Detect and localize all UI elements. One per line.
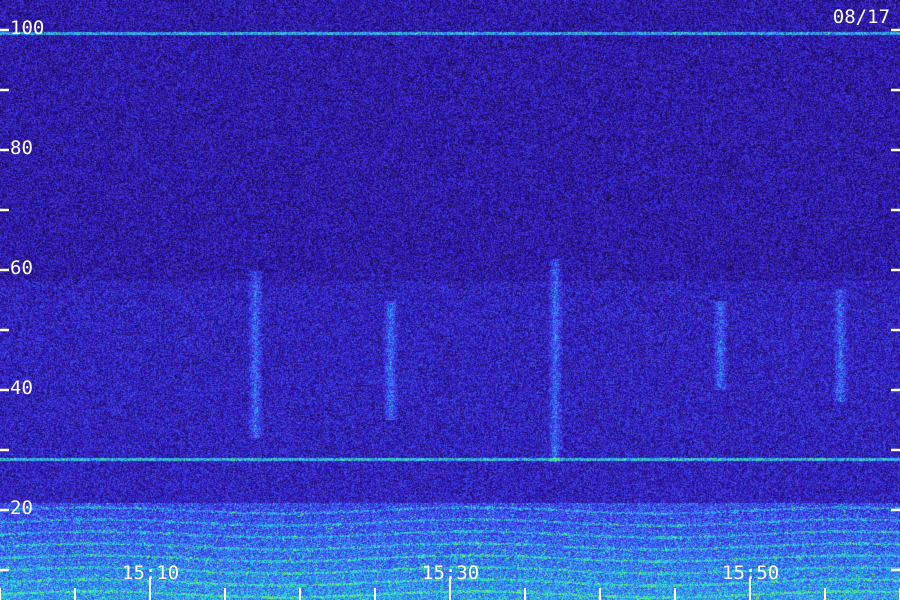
spectrogram-chart: 20 40 60 80 100 15:10 15:30 15:50 08/17	[0, 0, 900, 600]
date-label: 08/17	[832, 6, 890, 28]
x-tick-label: 15:30	[422, 562, 480, 584]
x-tick-label: 15:10	[122, 562, 180, 584]
y-tick-label: 80	[10, 137, 33, 159]
y-tick-label: 20	[10, 497, 33, 519]
axis-ticks-layer	[0, 28, 900, 600]
y-tick-label: 60	[10, 257, 33, 279]
y-tick-label: 40	[10, 377, 33, 399]
y-tick-label: 100	[10, 17, 45, 39]
x-tick-label: 15:50	[722, 562, 780, 584]
